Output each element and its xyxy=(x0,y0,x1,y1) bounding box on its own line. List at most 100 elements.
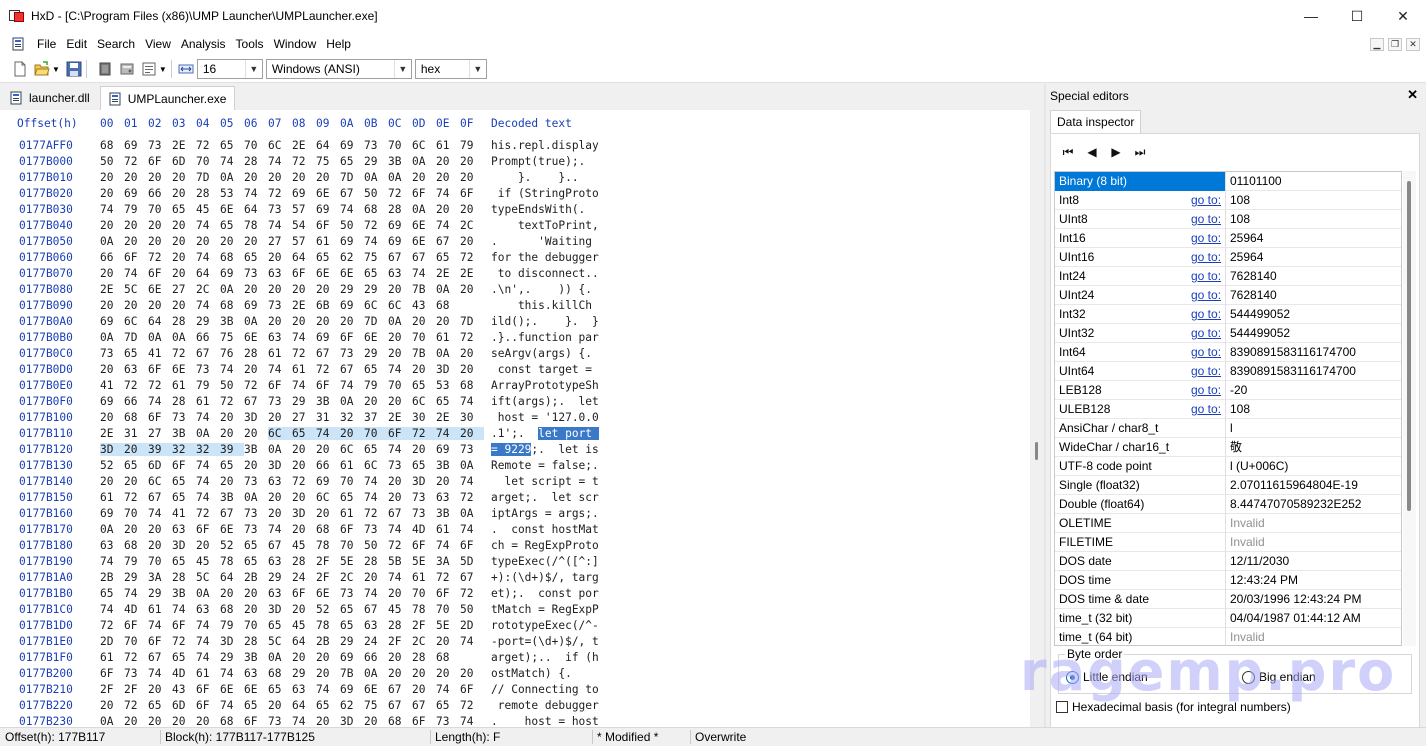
hex-row[interactable]: 0177B030 74 79 70 65 45 6E 64 73 57 69 74 68 28 0A 20 20… xyxy=(0,203,1030,219)
maximize-button[interactable]: ☐ xyxy=(1334,0,1380,32)
byte-cell[interactable]: 20 xyxy=(388,347,412,360)
byte-cell[interactable]: 2E xyxy=(292,299,316,312)
byte-cell[interactable]: 73 xyxy=(268,299,292,312)
byte-cell[interactable]: 27 xyxy=(268,235,292,248)
minimize-button[interactable]: — xyxy=(1288,0,1334,32)
byte-cell[interactable]: 20 xyxy=(292,523,316,536)
byte-cell[interactable]: 67 xyxy=(388,507,412,520)
byte-cell[interactable]: 65 xyxy=(340,603,364,616)
byte-cell[interactable]: 74 xyxy=(460,715,484,727)
view-options-icon[interactable] xyxy=(141,61,157,77)
row-decoded-text[interactable]: arget;. let scr xyxy=(491,491,599,504)
byte-cell[interactable]: 67 xyxy=(148,651,172,664)
hex-row[interactable]: 0177B200 6F 73 74 4D 61 74 63 68 29 20 7B 0A 20 20 20 20… xyxy=(0,667,1030,683)
byte-cell[interactable]: 61 xyxy=(292,363,316,376)
byte-cell[interactable]: 20 xyxy=(412,315,436,328)
byte-cell[interactable]: 0A xyxy=(268,651,292,664)
byte-cell[interactable]: 6D xyxy=(172,699,196,712)
byte-cell[interactable]: 6F xyxy=(460,187,484,200)
row-decoded-text[interactable]: ild();. }. } xyxy=(491,315,599,328)
byte-cell[interactable]: 66 xyxy=(316,459,340,472)
hex-row[interactable]: 0177B100 20 68 6F 73 74 20 3D 20 27 31 32 37 2E 30 2E 30… xyxy=(0,411,1030,427)
byte-cell[interactable]: 6E xyxy=(172,363,196,376)
byte-cell[interactable]: 70 xyxy=(364,427,388,440)
goto-link[interactable]: go to: xyxy=(1191,381,1221,399)
byte-cell[interactable]: 74 xyxy=(148,395,172,408)
byte-cell[interactable]: 2E xyxy=(388,411,412,424)
byte-cell[interactable]: 20 xyxy=(172,187,196,200)
byte-cell[interactable]: 20 xyxy=(316,715,340,727)
inspector-value[interactable]: 25964 xyxy=(1230,229,1263,247)
byte-cell[interactable]: 28 xyxy=(412,651,436,664)
byte-cell[interactable]: 67 xyxy=(388,683,412,696)
byte-cell[interactable]: 29 xyxy=(340,635,364,648)
byte-cell[interactable]: 7B xyxy=(412,283,436,296)
byte-cell[interactable]: 74 xyxy=(196,459,220,472)
byte-cell[interactable]: 20 xyxy=(364,571,388,584)
byte-cell[interactable]: 29 xyxy=(364,283,388,296)
row-decoded-text[interactable]: -port=(\d+)$/, t xyxy=(491,635,599,648)
byte-cell[interactable]: 65 xyxy=(412,459,436,472)
byte-cell[interactable]: 79 xyxy=(196,379,220,392)
byte-cell[interactable]: 61 xyxy=(148,603,172,616)
byte-cell[interactable]: 29 xyxy=(124,571,148,584)
goto-link[interactable]: go to: xyxy=(1191,362,1221,380)
menu-help[interactable]: Help xyxy=(321,32,356,56)
hex-row[interactable]: 0177B0C0 73 65 41 72 67 76 28 61 72 67 73 29 20 7B 0A 20… xyxy=(0,347,1030,363)
byte-cell[interactable]: 20 xyxy=(172,219,196,232)
byte-cell[interactable]: 2F xyxy=(388,635,412,648)
byte-cell[interactable]: 72 xyxy=(244,379,268,392)
byte-cell[interactable]: 20 xyxy=(100,699,124,712)
byte-cell[interactable]: 79 xyxy=(124,203,148,216)
byte-cell[interactable]: 20 xyxy=(268,171,292,184)
byte-cell[interactable]: 24 xyxy=(364,635,388,648)
byte-cell[interactable]: 41 xyxy=(172,507,196,520)
byte-cell[interactable]: 0A xyxy=(196,587,220,600)
byte-cell[interactable]: 6E xyxy=(220,523,244,536)
byte-cell[interactable]: 61 xyxy=(436,139,460,152)
byte-cell[interactable]: 73 xyxy=(100,347,124,360)
byte-cell[interactable]: 20 xyxy=(268,699,292,712)
byte-cell[interactable]: 74 xyxy=(340,203,364,216)
byte-cell[interactable]: 74 xyxy=(364,491,388,504)
byte-cell[interactable]: 31 xyxy=(316,411,340,424)
byte-cell[interactable]: 67 xyxy=(460,571,484,584)
hex-view[interactable]: Offset(h) 00 01 02 03 04 05 06 07 08 09 0A 0B 0C 0D 0E… xyxy=(0,110,1030,727)
scrollbar-thumb[interactable] xyxy=(1407,181,1411,511)
new-file-icon[interactable] xyxy=(12,61,28,77)
inspector-row[interactable]: UInt64 go to: 8390891583116174700 xyxy=(1055,362,1401,381)
byte-cell[interactable]: 2E xyxy=(436,411,460,424)
byte-cell[interactable]: 72 xyxy=(364,219,388,232)
tab-data-inspector[interactable]: Data inspector xyxy=(1050,110,1142,134)
byte-cell[interactable]: 0A xyxy=(100,331,124,344)
inspector-row[interactable]: DOS date 12/11/2030 xyxy=(1055,552,1401,571)
byte-cell[interactable]: 67 xyxy=(388,699,412,712)
byte-cell[interactable]: 72 xyxy=(292,475,316,488)
byte-cell[interactable]: 65 xyxy=(268,683,292,696)
byte-cell[interactable]: 6F xyxy=(436,587,460,600)
byte-cell[interactable]: 32 xyxy=(172,443,196,456)
menu-search[interactable]: Search xyxy=(92,32,140,56)
row-bytes[interactable]: 0A 20 20 20 20 68 6F 73 74 20 3D 20 68 6F 73 74 xyxy=(100,715,484,727)
inspector-row[interactable]: UTF-8 code point l (U+006C) xyxy=(1055,457,1401,476)
inspector-row[interactable]: Binary (8 bit) 01101100 xyxy=(1055,172,1401,191)
byte-cell[interactable]: 2E xyxy=(100,283,124,296)
byte-cell[interactable]: 5C xyxy=(268,635,292,648)
byte-cell[interactable]: 3D xyxy=(412,475,436,488)
byte-cell[interactable]: 67 xyxy=(436,235,460,248)
byte-cell[interactable]: 74 xyxy=(436,683,460,696)
byte-cell[interactable]: 74 xyxy=(364,475,388,488)
byte-cell[interactable]: 20 xyxy=(316,651,340,664)
byte-cell[interactable]: 20 xyxy=(460,283,484,296)
byte-cell[interactable]: 29 xyxy=(340,283,364,296)
byte-cell[interactable]: 53 xyxy=(220,187,244,200)
byte-cell[interactable]: 20 xyxy=(220,587,244,600)
byte-cell[interactable]: 6F xyxy=(172,459,196,472)
byte-cell[interactable]: 3D xyxy=(220,635,244,648)
byte-cell[interactable]: 73 xyxy=(244,523,268,536)
byte-cell[interactable]: 69 xyxy=(436,443,460,456)
byte-cell[interactable]: 74 xyxy=(100,555,124,568)
byte-cell[interactable]: 28 xyxy=(244,635,268,648)
byte-cell[interactable]: 6E xyxy=(316,267,340,280)
inspector-value[interactable]: 敬 xyxy=(1230,438,1242,456)
